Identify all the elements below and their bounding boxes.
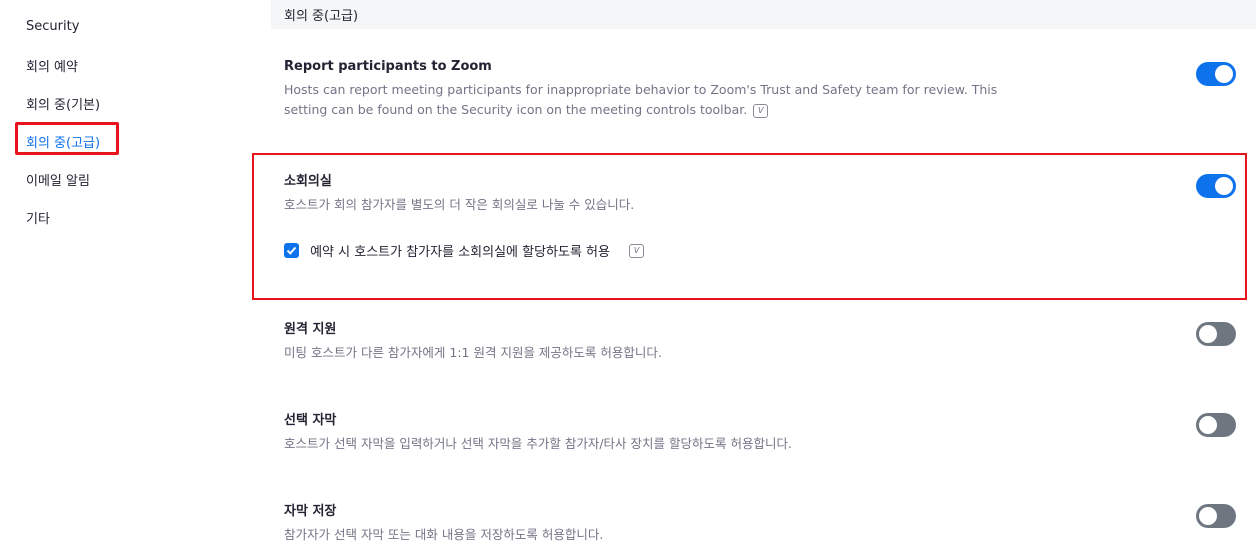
setting-title: Report participants to Zoom xyxy=(284,59,492,74)
setting-description: Hosts can report meeting participants fo… xyxy=(284,82,998,118)
setting-description: 호스트가 선택 자막을 입력하거나 선택 자막을 추가할 참가자/타사 장치를 … xyxy=(284,436,792,451)
sidebar-item-other[interactable]: 기타 xyxy=(26,208,50,227)
settings-sidebar: Security 회의 예약 회의 중(기본) 회의 중(고급) 이메일 알림 … xyxy=(0,0,250,559)
setting-closed-captioning: 선택 자막 호스트가 선택 자막을 입력하거나 선택 자막을 추가할 참가자/타… xyxy=(284,409,1084,454)
toggle-closed-captioning[interactable] xyxy=(1196,413,1236,437)
lock-icon[interactable]: V xyxy=(629,243,645,258)
setting-description: 참가자가 선택 자막 또는 대화 내용을 저장하도록 허용합니다. xyxy=(284,527,604,542)
toggle-remote-support[interactable] xyxy=(1196,322,1236,346)
section-header: 회의 중(고급) xyxy=(271,0,1256,29)
setting-title: 소회의실 xyxy=(284,174,332,189)
assign-breakout-checkbox[interactable] xyxy=(284,243,299,258)
setting-remote-support: 원격 지원 미팅 호스트가 다른 참가자에게 1:1 원격 지원을 제공하도록 … xyxy=(284,318,1084,363)
setting-description: 미팅 호스트가 다른 참가자에게 1:1 원격 지원을 제공하도록 허용합니다. xyxy=(284,345,662,360)
setting-breakout-rooms: 소회의실 호스트가 회의 참가자를 별도의 더 작은 회의실로 나눌 수 있습니… xyxy=(284,170,1084,215)
toggle-breakout-rooms[interactable] xyxy=(1196,174,1236,198)
lock-icon[interactable]: V xyxy=(753,103,769,118)
sidebar-item-schedule-meeting[interactable]: 회의 예약 xyxy=(26,56,78,75)
setting-description: 호스트가 회의 참가자를 별도의 더 작은 회의실로 나눌 수 있습니다. xyxy=(284,197,635,212)
checkbox-row: 예약 시 호스트가 참가자를 소회의실에 할당하도록 허용 V xyxy=(284,240,645,260)
setting-title: 원격 지원 xyxy=(284,322,337,337)
setting-title: 선택 자막 xyxy=(284,413,337,428)
sidebar-item-security[interactable]: Security xyxy=(26,19,79,34)
section-title: 회의 중(고급) xyxy=(284,9,359,24)
setting-title: 자막 저장 xyxy=(284,504,337,519)
sidebar-item-email-notifications[interactable]: 이메일 알림 xyxy=(26,170,90,189)
setting-save-captions: 자막 저장 참가자가 선택 자막 또는 대화 내용을 저장하도록 허용합니다. xyxy=(284,500,1084,545)
sidebar-item-in-meeting-advanced[interactable]: 회의 중(고급) xyxy=(26,132,100,151)
toggle-save-captions[interactable] xyxy=(1196,504,1236,528)
setting-report-participants: Report participants to Zoom Hosts can re… xyxy=(284,59,1004,120)
checkbox-label: 예약 시 호스트가 참가자를 소회의실에 할당하도록 허용 xyxy=(310,245,610,260)
sidebar-item-in-meeting-basic[interactable]: 회의 중(기본) xyxy=(26,94,100,113)
toggle-report-participants[interactable] xyxy=(1196,62,1236,86)
